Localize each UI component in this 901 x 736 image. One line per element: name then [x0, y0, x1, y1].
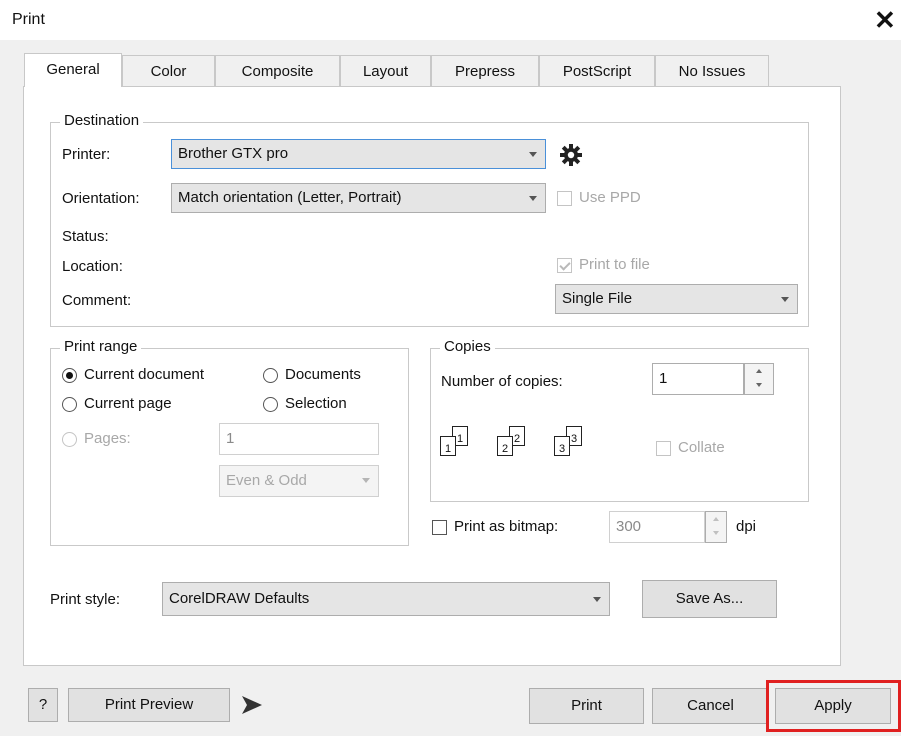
spin-up-icon[interactable]: [706, 512, 726, 527]
chevron-down-icon: [781, 297, 789, 302]
print-style-label: Print style:: [50, 591, 121, 608]
collate-label: Collate: [678, 439, 725, 456]
tab-composite[interactable]: Composite: [215, 55, 340, 87]
printer-select[interactable]: Brother GTX pro: [171, 139, 546, 169]
spin-down-icon[interactable]: [706, 527, 726, 542]
even-odd-select[interactable]: Even & Odd: [219, 465, 379, 497]
number-of-copies-label: Number of copies:: [441, 373, 563, 390]
file-mode-value: Single File: [562, 290, 633, 307]
tab-prepress[interactable]: Prepress: [431, 55, 539, 87]
use-ppd-checkbox[interactable]: [557, 191, 572, 206]
tab-color[interactable]: Color: [122, 55, 215, 87]
tab-layout[interactable]: Layout: [340, 55, 431, 87]
chevron-down-icon: [529, 152, 537, 157]
destination-legend: Destination: [60, 112, 144, 129]
file-mode-select[interactable]: Single File: [555, 284, 798, 314]
page-icon: 2: [497, 436, 513, 456]
printer-value: Brother GTX pro: [178, 145, 289, 162]
collate-checkbox[interactable]: [656, 441, 671, 456]
dpi-unit-label: dpi: [736, 518, 757, 535]
print-preview-button[interactable]: Print Preview: [68, 688, 230, 722]
documents-radio[interactable]: [263, 368, 278, 383]
print-as-bitmap-label: Print as bitmap:: [454, 518, 559, 535]
selection-radio[interactable]: [263, 397, 278, 412]
print-to-file-label: Print to file: [579, 256, 650, 273]
orientation-select[interactable]: Match orientation (Letter, Portrait): [171, 183, 546, 213]
use-ppd-label: Use PPD: [579, 189, 641, 206]
tab-general[interactable]: General: [24, 53, 122, 87]
print-range-legend: Print range: [60, 338, 142, 355]
spin-up-icon[interactable]: [745, 364, 773, 379]
copies-input[interactable]: 1: [652, 363, 744, 395]
title-bar: [0, 0, 901, 40]
current-document-radio[interactable]: [62, 368, 77, 383]
even-odd-value: Even & Odd: [226, 472, 307, 489]
collate-preview-icon: 1 1 2 2 3 3: [440, 426, 590, 470]
help-button[interactable]: ?: [28, 688, 58, 722]
selection-label: Selection: [285, 395, 347, 412]
print-style-select[interactable]: CorelDRAW Defaults: [162, 582, 610, 616]
chevron-down-icon: [362, 478, 370, 483]
comment-label: Comment:: [62, 292, 132, 309]
page-icon: 3: [554, 436, 570, 456]
documents-label: Documents: [285, 366, 361, 383]
orientation-label: Orientation:: [62, 190, 140, 207]
copies-spinner[interactable]: [744, 363, 774, 395]
dpi-input[interactable]: 300: [609, 511, 705, 543]
pages-input[interactable]: 1: [219, 423, 379, 455]
status-label: Status:: [62, 228, 109, 245]
apply-button[interactable]: Apply: [775, 688, 891, 724]
current-page-label: Current page: [84, 395, 172, 412]
print-to-file-checkbox[interactable]: [557, 258, 572, 273]
page-icon: 1: [440, 436, 456, 456]
current-page-radio[interactable]: [62, 397, 77, 412]
chevron-down-icon: [529, 196, 537, 201]
spin-down-icon[interactable]: [745, 379, 773, 394]
printer-label: Printer:: [62, 146, 111, 163]
tab-no-issues[interactable]: No Issues: [655, 55, 769, 87]
gear-icon[interactable]: [559, 143, 583, 167]
print-style-value: CorelDRAW Defaults: [169, 590, 310, 607]
tab-postscript[interactable]: PostScript: [539, 55, 655, 87]
save-as-button[interactable]: Save As...: [642, 580, 777, 618]
close-icon[interactable]: ✕: [874, 4, 896, 36]
dpi-spinner[interactable]: [705, 511, 727, 543]
copies-legend: Copies: [440, 338, 495, 355]
print-as-bitmap-checkbox[interactable]: [432, 520, 447, 535]
window-title: Print: [12, 11, 45, 28]
print-button[interactable]: Print: [529, 688, 644, 724]
cancel-button[interactable]: Cancel: [652, 688, 769, 724]
expand-arrow-icon[interactable]: [240, 694, 264, 716]
pages-label: Pages:: [84, 430, 131, 447]
orientation-value: Match orientation (Letter, Portrait): [178, 189, 402, 206]
chevron-down-icon: [593, 597, 601, 602]
current-document-label: Current document: [84, 366, 205, 383]
pages-radio[interactable]: [62, 432, 77, 447]
location-label: Location:: [62, 258, 123, 275]
